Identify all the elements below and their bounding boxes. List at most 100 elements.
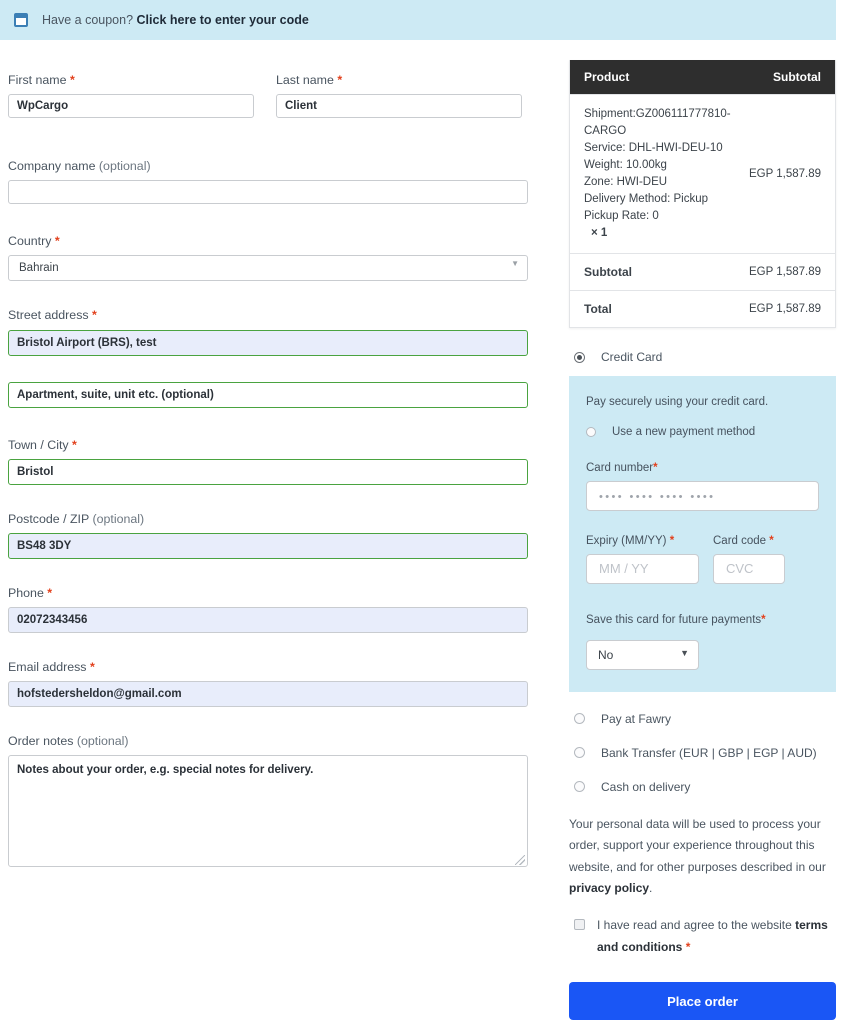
required-marker: * bbox=[669, 535, 675, 548]
phone-label: Phone * bbox=[8, 585, 53, 600]
terms-text: I have read and agree to the website ter… bbox=[597, 915, 836, 958]
privacy-text-before: Your personal data will be used to proce… bbox=[569, 816, 826, 874]
last-name-input[interactable]: Client bbox=[276, 94, 522, 119]
company-input[interactable] bbox=[8, 180, 528, 205]
credit-card-panel: Pay securely using your credit card. Use… bbox=[569, 376, 836, 692]
order-total-label: Total bbox=[584, 302, 612, 317]
card-number-placeholder: •••• •••• •••• •••• bbox=[599, 491, 716, 504]
radio-cash-on-delivery-icon[interactable] bbox=[574, 781, 585, 793]
last-name-label: Last name * bbox=[276, 73, 343, 87]
coupon-bar[interactable]: Have a coupon? Click here to enter your … bbox=[0, 0, 836, 40]
chevron-down-icon: ▼ bbox=[680, 647, 689, 658]
order-notes-label: Order notes (optional) bbox=[8, 734, 129, 748]
privacy-policy-link[interactable]: privacy policy bbox=[569, 881, 649, 895]
field-first-name: First name * WpCargo bbox=[8, 72, 254, 119]
radio-bank-transfer-icon[interactable] bbox=[574, 747, 585, 759]
use-new-payment-method-option[interactable]: Use a new payment method bbox=[586, 426, 819, 438]
required-marker: * bbox=[337, 73, 343, 87]
place-order-button[interactable]: Place order bbox=[569, 982, 836, 1020]
required-marker: * bbox=[761, 614, 766, 627]
coupon-prefix: Have a coupon? bbox=[42, 13, 134, 27]
payment-method-label: Bank Transfer (EUR | GBP | EGP | AUD) bbox=[601, 745, 817, 760]
postcode-label: Postcode / ZIP (optional) bbox=[8, 511, 145, 526]
street-address-input[interactable]: Bristol Airport (BRS), test bbox=[8, 329, 528, 356]
country-select[interactable]: Bahrain bbox=[8, 255, 528, 282]
card-number-label: Card number* bbox=[586, 462, 658, 475]
order-summary-table: Product Subtotal Shipment:GZ006111777810… bbox=[569, 60, 836, 329]
coupon-link[interactable]: Click here to enter your code bbox=[137, 13, 309, 27]
payment-method-label: Cash on delivery bbox=[601, 779, 691, 794]
postcode-input[interactable]: BS48 3DY bbox=[8, 532, 528, 559]
credit-card-note: Pay securely using your credit card. bbox=[586, 396, 769, 409]
payment-methods-list: Credit Card Pay securely using your cred… bbox=[569, 344, 836, 800]
radio-new-payment-method-icon[interactable] bbox=[586, 427, 596, 438]
name-row: First name * WpCargo Last name * Client bbox=[8, 72, 528, 136]
first-name-input[interactable]: WpCargo bbox=[8, 94, 254, 119]
field-apartment: Apartment, suite, unit etc. (optional) bbox=[8, 381, 528, 408]
order-item-line: Zone: HWI-DEU bbox=[584, 176, 668, 189]
privacy-policy-text: Your personal data will be used to proce… bbox=[569, 814, 836, 899]
required-marker: * bbox=[769, 535, 774, 548]
field-last-name: Last name * Client bbox=[276, 72, 522, 119]
order-item-line: Service: DHL-HWI-DEU-10 bbox=[584, 142, 723, 155]
payment-method-label: Pay at Fawry bbox=[601, 711, 672, 726]
field-phone: Phone * 02072343456 bbox=[8, 585, 528, 633]
payment-method-bank-transfer[interactable]: Bank Transfer (EUR | GBP | EGP | AUD) bbox=[569, 740, 836, 766]
field-order-notes: Order notes (optional) Notes about your … bbox=[8, 733, 528, 868]
order-notes-placeholder: Notes about your order, e.g. special not… bbox=[17, 764, 314, 777]
payment-method-cash-on-delivery[interactable]: Cash on delivery bbox=[569, 774, 836, 800]
country-select-wrap: Bahrain ▼ bbox=[8, 255, 528, 282]
required-marker: * bbox=[685, 939, 691, 954]
col-product-header: Product bbox=[584, 70, 630, 84]
radio-credit-card-icon[interactable] bbox=[574, 351, 585, 363]
use-new-payment-method-label: Use a new payment method bbox=[612, 426, 756, 439]
order-item-line: Delivery Method: Pickup bbox=[584, 193, 708, 206]
cvc-label: Card code * bbox=[713, 535, 774, 548]
street-address-label: Street address * bbox=[8, 308, 97, 323]
order-notes-textarea[interactable]: Notes about your order, e.g. special not… bbox=[8, 755, 528, 868]
first-name-label: First name * bbox=[8, 73, 75, 87]
card-number-input[interactable]: •••• •••• •••• •••• bbox=[586, 481, 819, 512]
order-item-line: Shipment:GZ006111777810-CARGO bbox=[584, 108, 731, 138]
order-total-row: Total EGP 1,587.89 bbox=[570, 290, 835, 327]
required-marker: * bbox=[72, 437, 77, 452]
payment-method-label: Credit Card bbox=[601, 350, 663, 365]
city-input[interactable]: Bristol bbox=[8, 458, 528, 485]
required-marker: * bbox=[54, 234, 60, 249]
billing-form: First name * WpCargo Last name * Client … bbox=[8, 72, 528, 885]
privacy-text-after: . bbox=[649, 881, 653, 896]
order-item-quantity: × 1 bbox=[591, 227, 608, 240]
field-cvc: Card code * CVC bbox=[713, 535, 785, 585]
order-subtotal-amount: EGP 1,587.89 bbox=[748, 266, 821, 279]
col-subtotal-header: Subtotal bbox=[773, 70, 821, 84]
coupon-tag-icon bbox=[14, 13, 28, 27]
order-item-line: Weight: 10.00kg bbox=[584, 159, 667, 172]
field-company: Company name (optional) bbox=[8, 158, 528, 205]
payment-method-fawry[interactable]: Pay at Fawry bbox=[569, 706, 836, 732]
field-city: Town / City * Bristol bbox=[8, 437, 528, 485]
order-subtotal-label: Subtotal bbox=[584, 265, 632, 280]
coupon-message: Have a coupon? Click here to enter your … bbox=[42, 13, 309, 27]
order-review-panel: Product Subtotal Shipment:GZ006111777810… bbox=[569, 60, 836, 1020]
radio-fawry-icon[interactable] bbox=[574, 713, 585, 725]
save-card-select-wrap: No ▼ bbox=[586, 639, 699, 670]
phone-input[interactable]: 02072343456 bbox=[8, 606, 528, 633]
order-total-amount: EGP 1,587.89 bbox=[748, 303, 821, 316]
field-country: Country * Bahrain ▼ bbox=[8, 233, 528, 282]
field-email: Email address * hofstedersheldon@gmail.c… bbox=[8, 659, 528, 707]
required-marker: * bbox=[92, 308, 97, 323]
terms-checkbox[interactable] bbox=[574, 919, 585, 931]
apartment-input[interactable]: Apartment, suite, unit etc. (optional) bbox=[8, 381, 528, 408]
resize-handle-icon[interactable] bbox=[515, 855, 525, 866]
company-label: Company name (optional) bbox=[8, 159, 151, 174]
cvc-input[interactable]: CVC bbox=[713, 554, 785, 585]
order-line-item: Shipment:GZ006111777810-CARGO Service: D… bbox=[570, 94, 835, 253]
email-input[interactable]: hofstedersheldon@gmail.com bbox=[8, 681, 528, 707]
terms-agreement[interactable]: I have read and agree to the website ter… bbox=[569, 915, 836, 958]
city-label: Town / City * bbox=[8, 437, 77, 452]
expiry-input[interactable]: MM / YY bbox=[586, 554, 699, 585]
payment-method-credit-card[interactable]: Credit Card bbox=[569, 344, 836, 370]
required-marker: * bbox=[653, 462, 658, 475]
required-marker: * bbox=[47, 585, 53, 600]
field-expiry: Expiry (MM/YY) * MM / YY bbox=[586, 535, 699, 585]
